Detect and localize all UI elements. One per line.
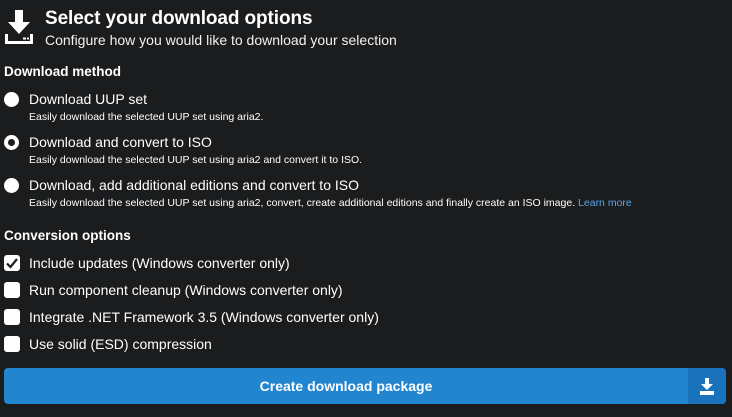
- checkmark-icon: [6, 258, 18, 269]
- option-label[interactable]: Run component cleanup (Windows converter…: [29, 282, 343, 298]
- option-label[interactable]: Include updates (Windows converter only): [29, 255, 290, 271]
- button-label[interactable]: Create download package: [4, 368, 688, 404]
- download-icon[interactable]: [688, 368, 726, 404]
- download-icon: [4, 10, 36, 44]
- checkbox[interactable]: [4, 336, 20, 352]
- header: Select your download options Configure h…: [4, 8, 397, 48]
- radio-button[interactable]: [4, 92, 19, 107]
- option-description: Easily download the selected UUP set usi…: [29, 197, 632, 209]
- option-label[interactable]: Use solid (ESD) compression: [29, 336, 212, 352]
- option-label[interactable]: Download, add additional editions and co…: [29, 177, 359, 193]
- option-label[interactable]: Download UUP set: [29, 91, 147, 107]
- option-description: Easily download the selected UUP set usi…: [29, 154, 363, 166]
- download-method-heading: Download method: [4, 64, 121, 79]
- checkbox[interactable]: [4, 282, 20, 298]
- header-text: Select your download options Configure h…: [45, 8, 397, 48]
- page-title: Select your download options: [45, 8, 313, 29]
- option-label[interactable]: Integrate .NET Framework 3.5 (Windows co…: [29, 309, 379, 325]
- download-options-page: Select your download options Configure h…: [0, 0, 732, 417]
- option-description: Easily download the selected UUP set usi…: [29, 111, 264, 123]
- page-subtitle: Configure how you would like to download…: [45, 32, 397, 48]
- radio-button-selected[interactable]: [4, 135, 19, 150]
- option-description-text: Easily download the selected UUP set usi…: [29, 197, 576, 209]
- radio-button[interactable]: [4, 178, 19, 193]
- learn-more-link[interactable]: Learn more: [578, 197, 632, 209]
- option-label[interactable]: Download and convert to ISO: [29, 134, 212, 150]
- checkbox-checked[interactable]: [4, 255, 20, 271]
- create-download-package-button[interactable]: Create download package: [4, 368, 726, 404]
- conversion-options-heading: Conversion options: [4, 228, 131, 243]
- checkbox[interactable]: [4, 309, 20, 325]
